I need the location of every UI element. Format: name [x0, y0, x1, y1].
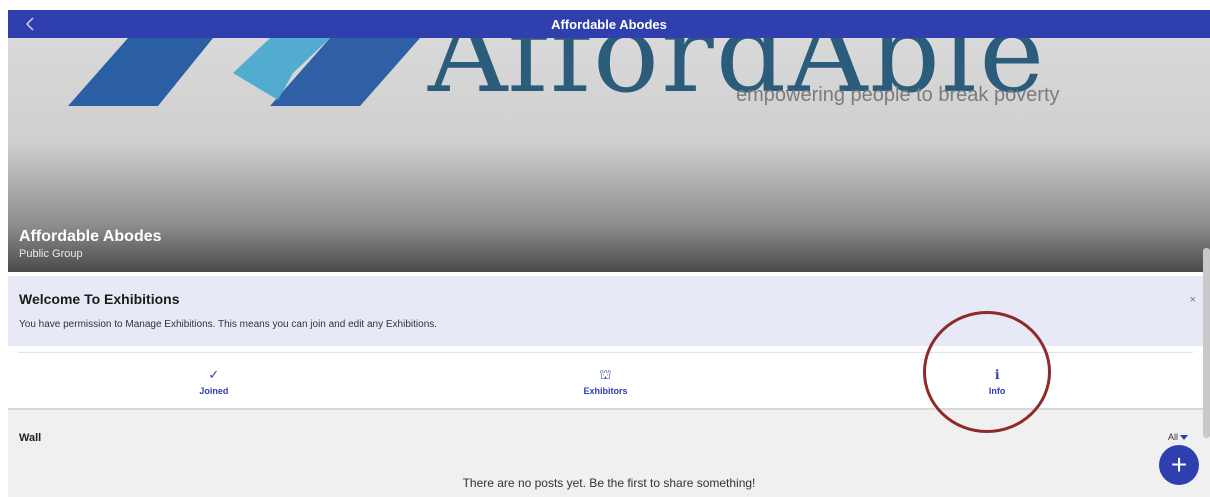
wall-section: Wall All There are no posts yet. Be the … — [8, 410, 1210, 497]
back-button[interactable] — [20, 14, 40, 34]
empty-wall-message: There are no posts yet. Be the first to … — [462, 476, 756, 490]
checkmark-icon: ✓ — [208, 366, 220, 382]
tab-exhibitors[interactable]: ⛫ Exhibitors — [410, 353, 802, 409]
group-type: Public Group — [19, 248, 83, 260]
filter-label: All — [1167, 432, 1178, 442]
wall-filter-dropdown[interactable]: All — [1168, 432, 1188, 442]
app-header: Affordable Abodes — [8, 10, 1210, 38]
group-name: Affordable Abodes — [19, 228, 162, 245]
caret-down-icon — [1180, 434, 1188, 440]
tab-joined[interactable]: ✓ Joined — [18, 353, 410, 409]
welcome-heading: Welcome To Exhibitions — [19, 291, 180, 307]
tab-label: Joined — [199, 385, 229, 396]
close-icon[interactable]: × — [1190, 294, 1196, 306]
info-icon: ℹ — [994, 366, 1000, 382]
scrollbar[interactable] — [1203, 248, 1210, 438]
tab-label: Info — [988, 385, 1006, 396]
logo-tagline: empowering people to break poverty — [736, 84, 1060, 106]
cover-image: AffordAble empowering people to break po… — [8, 38, 1210, 272]
exhibitors-icon: ⛫ — [599, 366, 612, 382]
tab-bar: ✓ Joined ⛫ Exhibitors ℹ Info — [18, 352, 1193, 409]
welcome-message: You have permission to Manage Exhibition… — [19, 319, 438, 330]
add-post-button[interactable]: + — [1159, 445, 1199, 485]
wall-title: Wall — [19, 432, 42, 444]
welcome-banner: Welcome To Exhibitions You have permissi… — [8, 276, 1210, 346]
header-title: Affordable Abodes — [551, 16, 667, 32]
tab-label: Exhibitors — [583, 385, 628, 396]
plus-icon: + — [1170, 449, 1188, 480]
tab-info[interactable]: ℹ Info — [801, 353, 1193, 409]
chevron-left-icon — [25, 17, 34, 31]
